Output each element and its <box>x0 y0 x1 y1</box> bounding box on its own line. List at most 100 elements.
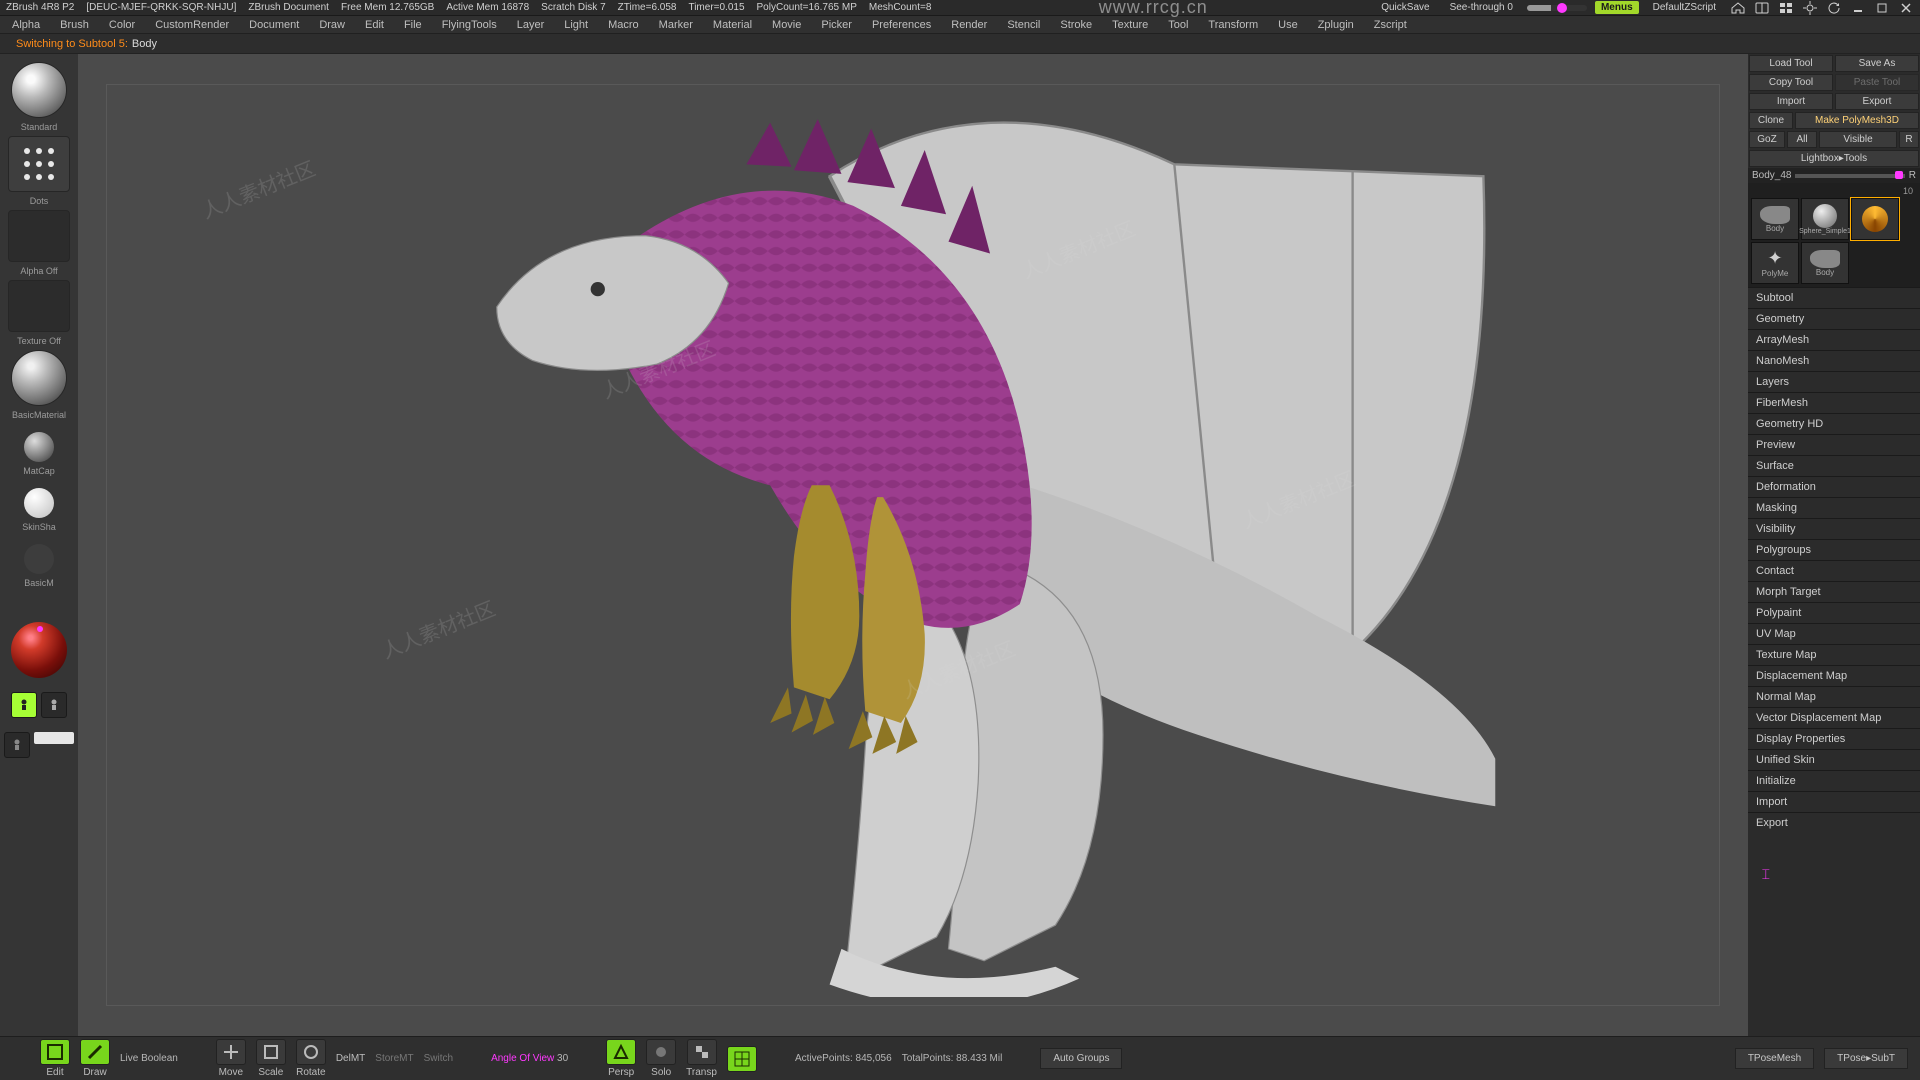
move-mode[interactable]: Move <box>216 1039 246 1078</box>
mrgb-toggle[interactable] <box>11 692 37 718</box>
white-swatch[interactable] <box>34 732 74 744</box>
menu-zplugin[interactable]: Zplugin <box>1310 19 1362 31</box>
import-button[interactable]: Import <box>1749 93 1833 110</box>
tposemesh-button[interactable]: TPoseMesh <box>1735 1048 1814 1069</box>
menu-render[interactable]: Render <box>943 19 995 31</box>
basicmat-icon[interactable] <box>24 544 54 574</box>
tool-thumb-body[interactable]: Body <box>1751 198 1799 240</box>
menu-texture[interactable]: Texture <box>1104 19 1156 31</box>
section-fibermesh[interactable]: FiberMesh <box>1748 392 1920 413</box>
menu-picker[interactable]: Picker <box>813 19 860 31</box>
solo-button[interactable]: Solo <box>646 1039 676 1078</box>
copytool-button[interactable]: Copy Tool <box>1749 74 1833 91</box>
tool-thumb-spiral[interactable] <box>1851 198 1899 240</box>
menu-use[interactable]: Use <box>1270 19 1306 31</box>
viewport[interactable]: 人人素材社区 人人素材社区 人人素材社区 人人素材社区 人人素材社区 人人素材社… <box>78 54 1748 1036</box>
texture-preview[interactable] <box>8 280 70 332</box>
autogroups-button[interactable]: Auto Groups <box>1040 1048 1122 1069</box>
section-polygroups[interactable]: Polygroups <box>1748 539 1920 560</box>
menu-draw[interactable]: Draw <box>311 19 353 31</box>
menu-stencil[interactable]: Stencil <box>999 19 1048 31</box>
menu-material[interactable]: Material <box>705 19 760 31</box>
menu-edit[interactable]: Edit <box>357 19 392 31</box>
menu-layer[interactable]: Layer <box>509 19 553 31</box>
menus-toggle[interactable]: Menus <box>1595 1 1639 14</box>
goz-visible-button[interactable]: Visible <box>1819 131 1897 148</box>
clone-button[interactable]: Clone <box>1749 112 1793 129</box>
section-polypaint[interactable]: Polypaint <box>1748 602 1920 623</box>
section-geometry[interactable]: Geometry <box>1748 308 1920 329</box>
section-geohd[interactable]: Geometry HD <box>1748 413 1920 434</box>
section-arraymesh[interactable]: ArrayMesh <box>1748 329 1920 350</box>
rgb-toggle[interactable] <box>41 692 67 718</box>
menu-preferences[interactable]: Preferences <box>864 19 939 31</box>
draw-mode[interactable]: Draw <box>80 1039 110 1078</box>
menu-customrender[interactable]: CustomRender <box>147 19 237 31</box>
menu-movie[interactable]: Movie <box>764 19 809 31</box>
menu-tool[interactable]: Tool <box>1160 19 1196 31</box>
section-contact[interactable]: Contact <box>1748 560 1920 581</box>
tool-thumb-body2[interactable]: Body <box>1801 242 1849 284</box>
section-import[interactable]: Import <box>1748 791 1920 812</box>
menu-marker[interactable]: Marker <box>651 19 701 31</box>
section-nanomesh[interactable]: NanoMesh <box>1748 350 1920 371</box>
subtool-slider[interactable] <box>1795 174 1904 178</box>
menu-file[interactable]: File <box>396 19 430 31</box>
close-icon[interactable] <box>1898 1 1914 15</box>
storemt-button[interactable]: StoreMT <box>375 1053 413 1064</box>
refresh-icon[interactable] <box>1826 1 1842 15</box>
section-preview[interactable]: Preview <box>1748 434 1920 455</box>
menu-alpha[interactable]: Alpha <box>4 19 48 31</box>
section-uvmap[interactable]: UV Map <box>1748 623 1920 644</box>
saveas-button[interactable]: Save As <box>1835 55 1919 72</box>
seethrough-slider[interactable] <box>1527 5 1587 11</box>
section-visibility[interactable]: Visibility <box>1748 518 1920 539</box>
subtool-r[interactable]: R <box>1909 170 1916 181</box>
menu-brush[interactable]: Brush <box>52 19 97 31</box>
color-swatch[interactable] <box>11 622 67 678</box>
edit-mode[interactable]: Edit <box>40 1039 70 1078</box>
tool-thumb-star[interactable]: ✦PolyMe <box>1751 242 1799 284</box>
quicksave-button[interactable]: QuickSave <box>1375 2 1435 13</box>
delmt-button[interactable]: DelMT <box>336 1053 365 1064</box>
section-vdispmap[interactable]: Vector Displacement Map <box>1748 707 1920 728</box>
gear-icon[interactable] <box>1802 1 1818 15</box>
section-normalmap[interactable]: Normal Map <box>1748 686 1920 707</box>
section-subtool[interactable]: Subtool <box>1748 287 1920 308</box>
section-masking[interactable]: Masking <box>1748 497 1920 518</box>
section-morphtgt[interactable]: Morph Target <box>1748 581 1920 602</box>
brush-preview[interactable] <box>11 62 67 118</box>
goz-button[interactable]: GoZ <box>1749 131 1785 148</box>
section-initialize[interactable]: Initialize <box>1748 770 1920 791</box>
rotate-mode[interactable]: Rotate <box>296 1039 326 1078</box>
persp-button[interactable]: Persp <box>606 1039 636 1078</box>
skinshade-icon[interactable] <box>24 488 54 518</box>
material-preview[interactable] <box>11 350 67 406</box>
fov-readout[interactable]: Angle Of View 30 <box>491 1053 568 1064</box>
section-deformation[interactable]: Deformation <box>1748 476 1920 497</box>
maximize-icon[interactable] <box>1874 1 1890 15</box>
menu-document[interactable]: Document <box>241 19 307 31</box>
menu-zscript[interactable]: Zscript <box>1366 19 1415 31</box>
section-layers[interactable]: Layers <box>1748 371 1920 392</box>
loadtool-button[interactable]: Load Tool <box>1749 55 1833 72</box>
book-icon[interactable] <box>1754 1 1770 15</box>
tool-thumb-sphere[interactable]: Sphere_Simple1 <box>1801 198 1849 240</box>
polyf-button[interactable] <box>727 1046 757 1072</box>
menu-flyingtools[interactable]: FlyingTools <box>434 19 505 31</box>
menu-macro[interactable]: Macro <box>600 19 647 31</box>
section-export[interactable]: Export <box>1748 812 1920 833</box>
menu-light[interactable]: Light <box>556 19 596 31</box>
goz-all-button[interactable]: All <box>1787 131 1817 148</box>
empty-toggle[interactable] <box>4 732 30 758</box>
switch-button[interactable]: Switch <box>424 1053 453 1064</box>
tposesubt-button[interactable]: TPose▸SubT <box>1824 1048 1908 1069</box>
transp-button[interactable]: Transp <box>686 1039 717 1078</box>
section-texmap[interactable]: Texture Map <box>1748 644 1920 665</box>
scale-mode[interactable]: Scale <box>256 1039 286 1078</box>
liveboolean-button[interactable]: Live Boolean <box>120 1053 178 1064</box>
goz-r-button[interactable]: R <box>1899 131 1919 148</box>
makepolymesh-button[interactable]: Make PolyMesh3D <box>1795 112 1919 129</box>
section-surface[interactable]: Surface <box>1748 455 1920 476</box>
export-button[interactable]: Export <box>1835 93 1919 110</box>
